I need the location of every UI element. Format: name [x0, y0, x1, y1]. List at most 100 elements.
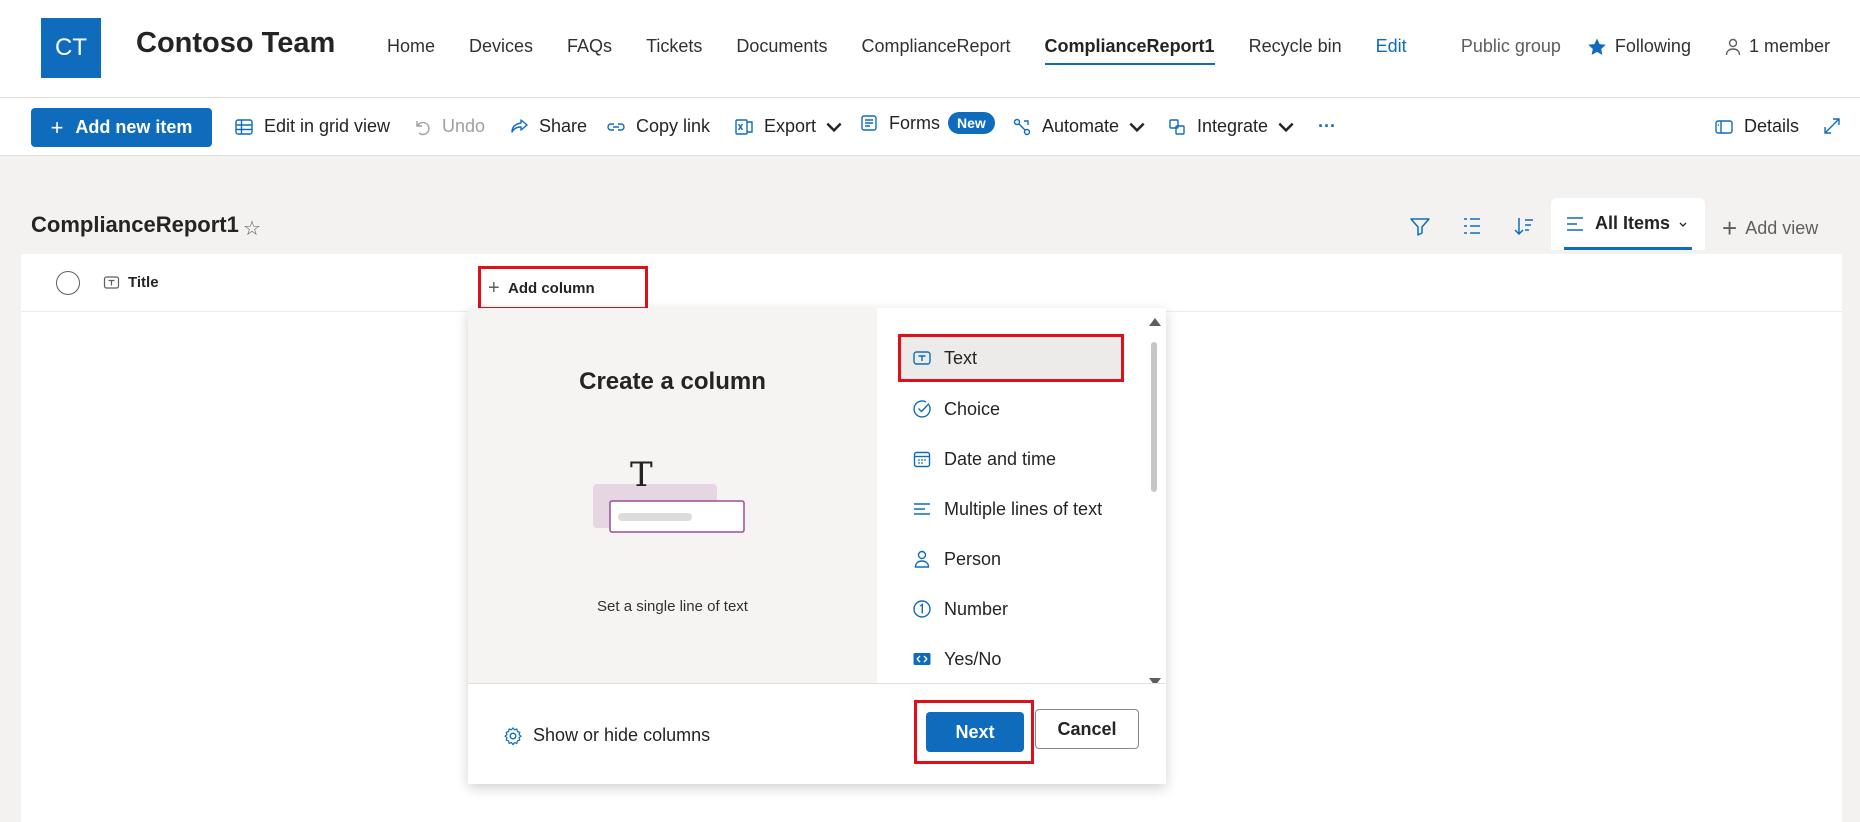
column-type-scrollbar[interactable]: [1149, 318, 1161, 688]
forms-icon: [861, 115, 877, 131]
text-field-icon: [913, 351, 931, 365]
add-column-button[interactable]: + Add column: [478, 266, 648, 310]
info-panel-icon: [1715, 119, 1733, 134]
details-button[interactable]: Details: [1714, 116, 1799, 137]
integrate-button[interactable]: Integrate: [1167, 116, 1306, 137]
list-column-headers: Title + Add column: [21, 254, 1842, 312]
column-header-title[interactable]: Title: [103, 274, 159, 291]
export-button[interactable]: Export: [734, 116, 854, 137]
header-actions: Public group Following 1 member: [1461, 36, 1830, 57]
title-column-label: Title: [128, 274, 159, 291]
scroll-up-arrow-icon[interactable]: [1149, 318, 1161, 326]
export-label: Export: [764, 116, 817, 136]
integrate-label: Integrate: [1197, 116, 1269, 136]
add-view-button[interactable]: + Add view: [1722, 213, 1818, 244]
nav-compliancereport[interactable]: ComplianceReport: [861, 36, 1010, 65]
next-button[interactable]: Next: [926, 712, 1024, 752]
panel-footer: Show or hide columns Next Cancel: [468, 683, 1166, 784]
nav-recycle-bin[interactable]: Recycle bin: [1249, 36, 1342, 65]
column-type-date-time-label: Date and time: [944, 448, 1057, 469]
expand-icon: [1824, 118, 1840, 134]
person-icon: [914, 550, 930, 568]
text-column-illustration: T: [593, 458, 745, 533]
filter-icon[interactable]: [1408, 214, 1432, 238]
site-logo[interactable]: CT: [41, 18, 101, 78]
column-type-multiline-text[interactable]: Multiple lines of text: [910, 485, 1132, 533]
share-icon: [511, 118, 528, 133]
automate-button[interactable]: Automate: [1012, 116, 1157, 137]
person-icon: [1725, 38, 1741, 55]
next-button-highlight: Next: [914, 700, 1034, 764]
automate-icon: [1013, 118, 1031, 135]
number-circle-icon: [913, 600, 931, 618]
undo-icon: [416, 120, 430, 135]
gear-icon: [504, 726, 522, 745]
current-view-label: All Items: [1595, 213, 1671, 233]
illustration-glyph: T: [630, 458, 653, 495]
nav-edit-link[interactable]: Edit: [1376, 36, 1407, 65]
column-preview-pane: Create a column T Set a single line of t…: [468, 308, 877, 683]
plus-icon: +: [50, 114, 64, 140]
column-type-number-label: Number: [944, 598, 1009, 619]
details-label: Details: [1744, 116, 1800, 136]
forms-button[interactable]: Forms New: [859, 112, 995, 134]
following-button[interactable]: Following: [1587, 36, 1691, 57]
undo-button[interactable]: Undo: [412, 116, 485, 137]
column-type-yes-no-label: Yes/No: [944, 648, 1002, 669]
automate-label: Automate: [1042, 116, 1120, 136]
cancel-button[interactable]: Cancel: [1035, 709, 1139, 749]
view-selector-all-items[interactable]: All Items: [1551, 198, 1705, 250]
command-bar: + Add new item Edit in grid view Undo Sh…: [0, 98, 1860, 156]
site-title[interactable]: Contoso Team: [136, 27, 335, 60]
copy-link-label: Copy link: [636, 116, 711, 136]
column-type-yes-no[interactable]: Yes/No: [910, 635, 1132, 683]
show-hide-columns-label: Show or hide columns: [533, 725, 711, 745]
chevron-down-icon: [1278, 122, 1294, 132]
calendar-icon: [913, 451, 931, 468]
add-new-item-button[interactable]: + Add new item: [31, 108, 212, 147]
column-type-choice[interactable]: Choice: [910, 385, 1132, 433]
chevron-down-icon: [1679, 222, 1687, 227]
edit-grid-view-label: Edit in grid view: [264, 116, 391, 136]
link-icon: [607, 122, 625, 131]
nav-faqs[interactable]: FAQs: [567, 36, 612, 65]
edit-grid-view-button[interactable]: Edit in grid view: [234, 116, 390, 137]
nav-compliancereport1[interactable]: ComplianceReport1: [1044, 36, 1215, 65]
more-options-button[interactable]: ···: [1318, 116, 1336, 137]
column-type-description: Set a single line of text: [597, 598, 748, 615]
add-column-label: Add column: [508, 279, 595, 297]
group-by-icon[interactable]: [1460, 214, 1484, 238]
favorite-star-icon[interactable]: ☆: [243, 216, 261, 241]
select-all-checkbox[interactable]: [56, 271, 80, 295]
members-button[interactable]: 1 member: [1723, 36, 1830, 57]
scroll-thumb[interactable]: [1151, 342, 1157, 492]
column-type-text-label: Text: [944, 347, 978, 368]
active-view-underline: [1564, 247, 1692, 250]
nav-home[interactable]: Home: [387, 36, 435, 65]
column-type-person[interactable]: Person: [910, 535, 1132, 583]
group-privacy-label: Public group: [1460, 36, 1561, 56]
column-type-text[interactable]: Text: [898, 334, 1124, 382]
checkmark-circle-icon: [913, 400, 931, 418]
column-type-date-time[interactable]: Date and time: [910, 435, 1132, 483]
column-type-number[interactable]: Number: [910, 585, 1132, 633]
nav-documents[interactable]: Documents: [736, 36, 827, 65]
copy-link-button[interactable]: Copy link: [606, 116, 710, 137]
multiline-text-icon: [914, 503, 930, 515]
create-column-heading: Create a column: [579, 368, 766, 395]
integrate-icon: [1169, 118, 1185, 135]
nav-devices[interactable]: Devices: [469, 36, 533, 65]
nav-tickets[interactable]: Tickets: [646, 36, 702, 65]
excel-icon: [735, 118, 753, 135]
chevron-down-icon: [1129, 122, 1145, 132]
column-type-multiline-text-label: Multiple lines of text: [944, 498, 1103, 519]
members-label: 1 member: [1748, 36, 1830, 56]
share-button[interactable]: Share: [509, 116, 587, 137]
site-header: CT Contoso Team Home Devices FAQs Ticket…: [0, 0, 1860, 98]
plus-icon: +: [1722, 213, 1738, 243]
sort-icon[interactable]: [1512, 214, 1536, 238]
list-view-icon: [1567, 217, 1583, 231]
expand-button[interactable]: [1822, 116, 1852, 136]
show-hide-columns-link[interactable]: Show or hide columns: [503, 725, 710, 746]
plus-icon: +: [488, 277, 500, 299]
